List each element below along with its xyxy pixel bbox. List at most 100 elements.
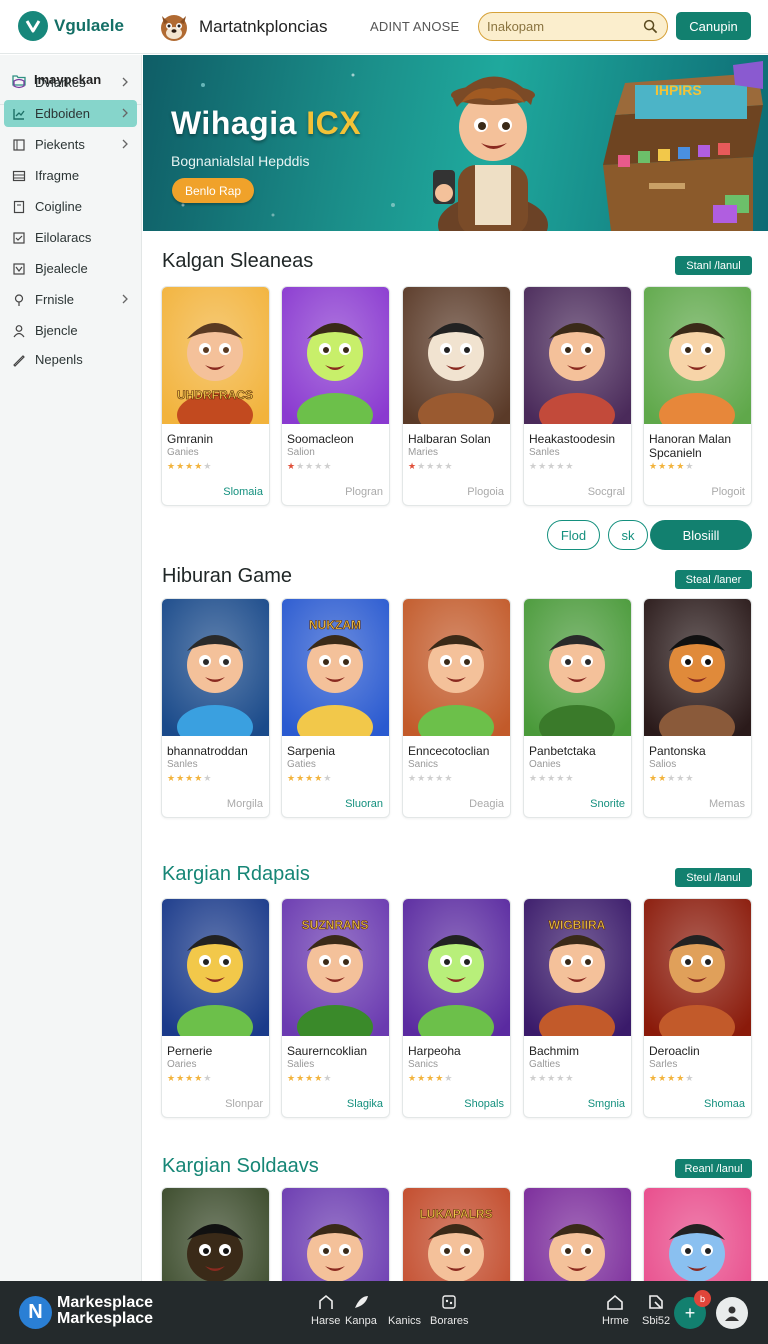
profile-avatar-button[interactable]	[716, 1297, 748, 1329]
rating-stars: ★★★★★	[167, 773, 213, 783]
game-thumbnail[interactable]	[644, 899, 751, 1036]
game-title[interactable]: Bachmim	[529, 1044, 629, 1058]
game-card[interactable]: Enncecotoclian Sanics ★★★★★ Deagia	[402, 598, 511, 818]
game-category: Oaries	[167, 1059, 197, 1070]
game-title[interactable]: Soomacleon	[287, 432, 387, 446]
game-thumbnail[interactable]	[162, 599, 269, 736]
game-title[interactable]: Pernerie	[167, 1044, 267, 1058]
section-title: Hiburan Game	[162, 565, 293, 587]
game-category: Gaties	[287, 759, 316, 770]
game-card[interactable]: Deroaclin Sarles ★★★★★ Shomaa	[643, 898, 752, 1118]
header-cta-button[interactable]: Canupin	[676, 12, 751, 40]
game-card[interactable]: UHDRFRACS Gmranin Ganies ★★★★★ Slomaia	[161, 286, 270, 506]
game-title[interactable]: Panbetctaka	[529, 744, 629, 758]
game-thumbnail[interactable]: WIGBIIRA	[524, 899, 631, 1036]
game-price: Plogoia	[467, 486, 504, 498]
rating-stars: ★★★★★	[649, 1073, 695, 1083]
sidebar-item-edboiden[interactable]: Edboiden	[4, 100, 137, 127]
sidebar-item-coigline[interactable]: Coigline	[4, 193, 137, 220]
game-thumbnail[interactable]	[403, 287, 510, 424]
game-card[interactable]	[161, 1187, 270, 1325]
sidebar-item-frnisle[interactable]: Frnisle	[4, 286, 137, 313]
brand[interactable]: Vgulaele	[18, 11, 124, 41]
game-title[interactable]: Enncecotoclian	[408, 744, 508, 758]
game-thumbnail[interactable]	[644, 599, 751, 736]
game-card[interactable]: LUKAPALRS	[402, 1187, 511, 1325]
game-card[interactable]: Pantonska Salios ★★★★★ Memas	[643, 598, 752, 818]
game-thumbnail[interactable]	[644, 287, 751, 424]
sidebar-item-piekents[interactable]: Piekents	[4, 131, 137, 158]
game-title[interactable]: Gmranin	[167, 432, 267, 446]
admin-link[interactable]: ADINT ANOSE	[370, 19, 459, 34]
game-title[interactable]: Saurerncoklian	[287, 1044, 387, 1058]
game-title[interactable]: Hanoran Malan Spcanieln	[649, 432, 749, 460]
footer-nav-kanics[interactable]: Kanics	[388, 1293, 421, 1327]
footer-nav-kanpa[interactable]: Kanpa	[345, 1293, 377, 1327]
game-card[interactable]: Heakastoodesin Sanles ★★★★★ Socgral	[523, 286, 632, 506]
sidebar-item-eilolaracs[interactable]: Eilolaracs	[4, 224, 137, 251]
game-card[interactable]: Harpeoha Sanics ★★★★★ Shopals	[402, 898, 511, 1118]
hero-button[interactable]: Benlo Rap	[172, 178, 255, 203]
game-card[interactable]: WIGBIIRA Bachmim Galties ★★★★★ Smgnia	[523, 898, 632, 1118]
footer-nav-borares[interactable]: Borares	[430, 1293, 469, 1327]
rating-stars: ★★★★★	[649, 773, 695, 783]
see-all-button[interactable]: Reanl /lanul	[675, 1159, 752, 1178]
hero-banner[interactable]: Wihagia ICX Bognanialslal Hepddis Benlo …	[143, 55, 768, 231]
game-title[interactable]: Deroaclin	[649, 1044, 749, 1058]
game-thumbnail[interactable]	[524, 599, 631, 736]
rating-stars: ★★★★★	[529, 461, 575, 471]
see-all-button[interactable]: Steul /lanul	[675, 868, 752, 887]
game-thumbnail[interactable]	[524, 287, 631, 424]
game-card[interactable]: Panbetctaka Oanies ★★★★★ Snorite	[523, 598, 632, 818]
footer-nav-home[interactable]: Harse	[311, 1293, 340, 1327]
game-card[interactable]: DHDENIES	[281, 1187, 390, 1325]
game-card[interactable]: NUKZAM Sarpenia Gaties ★★★★★ Sluoran	[281, 598, 390, 818]
game-card[interactable]: SUZNRANS Saurerncoklian Salies ★★★★★ Slagika	[281, 898, 390, 1118]
sidebar-item-bjencle[interactable]: Bjencle	[4, 317, 137, 344]
pagination-next-button[interactable]: Blosiill	[650, 520, 752, 550]
sidebar-item-label: Piekents	[35, 137, 85, 152]
game-thumbnail[interactable]: NUKZAM	[282, 599, 389, 736]
game-thumbnail[interactable]: UHDRFRACS	[162, 287, 269, 424]
sidebar-item-bjealecle[interactable]: Bjealecle	[4, 255, 137, 282]
sidebar-item-ifragme[interactable]: Ifragme	[4, 162, 137, 189]
sidebar-item-dvlarkes[interactable]: Dvlarkes	[4, 69, 137, 96]
game-thumbnail[interactable]	[403, 899, 510, 1036]
footer-nav-hrme[interactable]: Hrme	[602, 1293, 629, 1327]
game-card[interactable]: bhannatroddan Sanles ★★★★★ Morgila	[161, 598, 270, 818]
see-all-button[interactable]: Steal /laner	[675, 570, 752, 589]
game-category: Salies	[287, 1059, 315, 1070]
search-icon[interactable]	[643, 19, 658, 34]
footer-brand: Markesplace Markesplace	[57, 1295, 153, 1327]
pagination-page-button[interactable]: sk	[608, 520, 648, 550]
search-input[interactable]	[487, 17, 637, 36]
footer-logo-icon[interactable]: N	[19, 1296, 52, 1329]
game-card[interactable]: Hanoran Malan Spcanieln ★★★★★ Plogoit	[643, 286, 752, 506]
game-title[interactable]: bhannatroddan	[167, 744, 267, 758]
grid-icon	[12, 170, 26, 181]
hero-title: Wihagia ICX	[171, 105, 361, 142]
game-card[interactable]: Halbaran Solan Maries ★★★★★ Plogoia	[402, 286, 511, 506]
game-title[interactable]: Pantonska	[649, 744, 749, 758]
game-card[interactable]: Pernerie Oaries ★★★★★ Slonpar	[161, 898, 270, 1118]
game-title[interactable]: Heakastoodesin	[529, 432, 629, 446]
game-category: Sanles	[529, 447, 560, 458]
game-thumbnail[interactable]	[282, 287, 389, 424]
game-title[interactable]: Halbaran Solan	[408, 432, 508, 446]
rating-stars: ★★★★★	[408, 773, 454, 783]
sidebar-item-nepenls[interactable]: Nepenls	[4, 346, 137, 373]
game-title[interactable]: Sarpenia	[287, 744, 387, 758]
game-thumbnail[interactable]	[403, 599, 510, 736]
game-thumbnail[interactable]: SUZNRANS	[282, 899, 389, 1036]
game-card[interactable]	[643, 1187, 752, 1325]
rating-stars: ★★★★★	[529, 773, 575, 783]
footer-nav-sbi[interactable]: Sbi52	[642, 1293, 670, 1327]
see-all-button[interactable]: Stanl /lanul	[675, 256, 752, 275]
game-card[interactable]: Soomacleon Salion ★★★★★ Plogran	[281, 286, 390, 506]
game-title[interactable]: Harpeoha	[408, 1044, 508, 1058]
pagination-prev-button[interactable]: Flod	[547, 520, 600, 550]
feather-icon	[354, 1296, 368, 1308]
game-card[interactable]	[523, 1187, 632, 1325]
game-thumbnail[interactable]	[162, 899, 269, 1036]
game-category: Sarles	[649, 1059, 678, 1070]
